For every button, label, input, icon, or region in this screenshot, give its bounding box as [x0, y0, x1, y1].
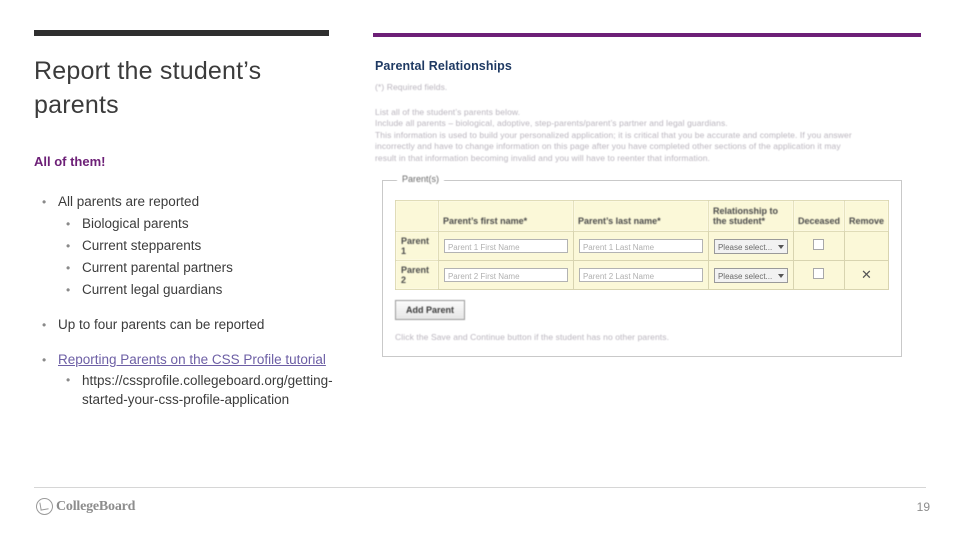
bullet-dot-icon: • [66, 239, 71, 253]
list-item: • Reporting Parents on the CSS Profile t… [34, 349, 339, 409]
cell-last-name: Parent 2 Last Name [572, 260, 709, 290]
bullet-dot-icon: • [66, 261, 71, 275]
bullet-dot-icon: • [66, 217, 71, 231]
row-label-parent-1: Parent 1 [395, 231, 439, 261]
list-item: • Up to four parents can be reported [34, 314, 339, 336]
bullet-text: Up to four parents can be reported [58, 317, 265, 332]
title-rule [34, 30, 329, 36]
parent-1-last-name-input[interactable]: Parent 1 Last Name [578, 239, 703, 253]
cell-relationship: Please select... [707, 231, 794, 261]
form-intro: List all of the student’s parents below.… [375, 107, 915, 165]
page-number: 19 [916, 500, 930, 514]
parent-2-deceased-checkbox[interactable] [813, 268, 825, 279]
cell-relationship: Please select... [707, 260, 794, 290]
bullet-dot-icon: • [66, 283, 71, 297]
list-item: • Current stepparents [58, 235, 339, 257]
subheading: All of them! [34, 154, 106, 169]
row-label-parent-2: Parent 2 [395, 260, 439, 290]
footer-divider [34, 487, 926, 488]
column-header-first-name: Parent’s first name* [437, 200, 574, 232]
column-header-last-name: Parent’s last name* [572, 200, 709, 232]
cell-remove: ✕ [843, 260, 890, 290]
form-screenshot-panel: Parental Relationships (*) Required fiel… [373, 33, 921, 357]
bullet-dot-icon: • [42, 195, 47, 209]
list-item: • Current legal guardians [58, 279, 339, 301]
cell-deceased [792, 231, 845, 261]
parents-fieldset-legend: Parent(s) [397, 174, 445, 184]
parent-2-remove-icon[interactable]: ✕ [861, 267, 872, 282]
bullet-dot-icon: • [42, 353, 47, 367]
cell-remove [843, 231, 890, 261]
cell-first-name: Parent 1 First Name [437, 231, 574, 261]
accent-rule [373, 33, 921, 37]
parent-2-relationship-select[interactable]: Please select... [713, 267, 788, 283]
parents-table: Parent’s first name* Parent’s last name*… [395, 200, 890, 290]
select-value: Please select... [717, 242, 773, 252]
bullet-text: Current legal guardians [82, 282, 223, 297]
table-row: Parent 2 Parent 2 First Name Parent 2 La… [395, 260, 890, 290]
intro-line: Include all parents – biological, adopti… [375, 118, 728, 128]
sub-bullet-list: • https://cssprofile.collegeboard.org/ge… [58, 371, 339, 409]
column-header-remove: Remove [843, 200, 890, 232]
intro-line: This information is used to build your p… [375, 129, 852, 140]
parent-2-first-name-input[interactable]: Parent 2 First Name [443, 268, 568, 282]
table-body: Parent 1 Parent 1 First Name Parent 1 La… [395, 231, 890, 290]
parent-1-deceased-checkbox[interactable] [813, 239, 825, 250]
intro-line: incorrectly and have to change informati… [375, 141, 841, 151]
parent-2-last-name-input[interactable]: Parent 2 Last Name [578, 268, 703, 282]
form-footer-note: Click the Save and Continue button if th… [395, 332, 670, 342]
page-title: Report the student’s parents [34, 57, 262, 119]
bullet-text: All parents are reported [58, 194, 200, 209]
select-value: Please select... [717, 271, 773, 281]
bullet-dot-icon: • [66, 373, 71, 387]
required-fields-note: (*) Required fields. [375, 82, 448, 92]
table-row: Parent 1 Parent 1 First Name Parent 1 La… [395, 231, 890, 261]
tutorial-link[interactable]: Reporting Parents on the CSS Profile tut… [58, 352, 326, 367]
bullet-dot-icon: • [42, 318, 47, 332]
parent-1-relationship-select[interactable]: Please select... [713, 238, 788, 254]
sub-bullet-list: • Biological parents • Current stepparen… [58, 213, 339, 301]
table-header: Parent’s first name* Parent’s last name*… [395, 200, 890, 232]
logo-text: CollegeBoard [56, 498, 136, 514]
parent-1-first-name-input[interactable]: Parent 1 First Name [443, 239, 568, 253]
cell-last-name: Parent 1 Last Name [572, 231, 709, 261]
parents-fieldset: Parent(s) Parent’s first name* Parent’s … [382, 174, 902, 357]
list-item: • All parents are reported • Biological … [34, 191, 339, 301]
collegeboard-logo: CollegeBoard [36, 498, 135, 515]
list-item: • Current parental partners [58, 257, 339, 279]
column-header-deceased: Deceased [792, 200, 845, 232]
chevron-down-icon [777, 244, 784, 249]
acorn-icon [36, 498, 53, 515]
column-header-blank [395, 200, 439, 232]
tutorial-url: https://cssprofile.collegeboard.org/gett… [82, 373, 333, 407]
bullet-text: Current parental partners [82, 260, 233, 275]
bullet-list: • All parents are reported • Biological … [34, 191, 339, 409]
cell-deceased [792, 260, 845, 290]
table-header-row: Parent’s first name* Parent’s last name*… [395, 200, 890, 232]
bullet-text: Current stepparents [82, 238, 202, 253]
list-item: • https://cssprofile.collegeboard.org/ge… [58, 371, 339, 409]
intro-line: List all of the student’s parents below. [375, 106, 521, 117]
left-content-column: Report the student’s parents All of them… [34, 30, 339, 411]
list-item: • Biological parents [58, 213, 339, 235]
bullet-text: Biological parents [82, 216, 189, 231]
form-heading: Parental Relationships [375, 59, 512, 73]
chevron-down-icon [777, 273, 784, 278]
add-parent-button[interactable]: Add Parent [395, 300, 466, 320]
cell-first-name: Parent 2 First Name [437, 260, 574, 290]
column-header-relationship: Relationship to the student* [707, 200, 794, 232]
intro-line: result in that information becoming inva… [375, 152, 711, 163]
